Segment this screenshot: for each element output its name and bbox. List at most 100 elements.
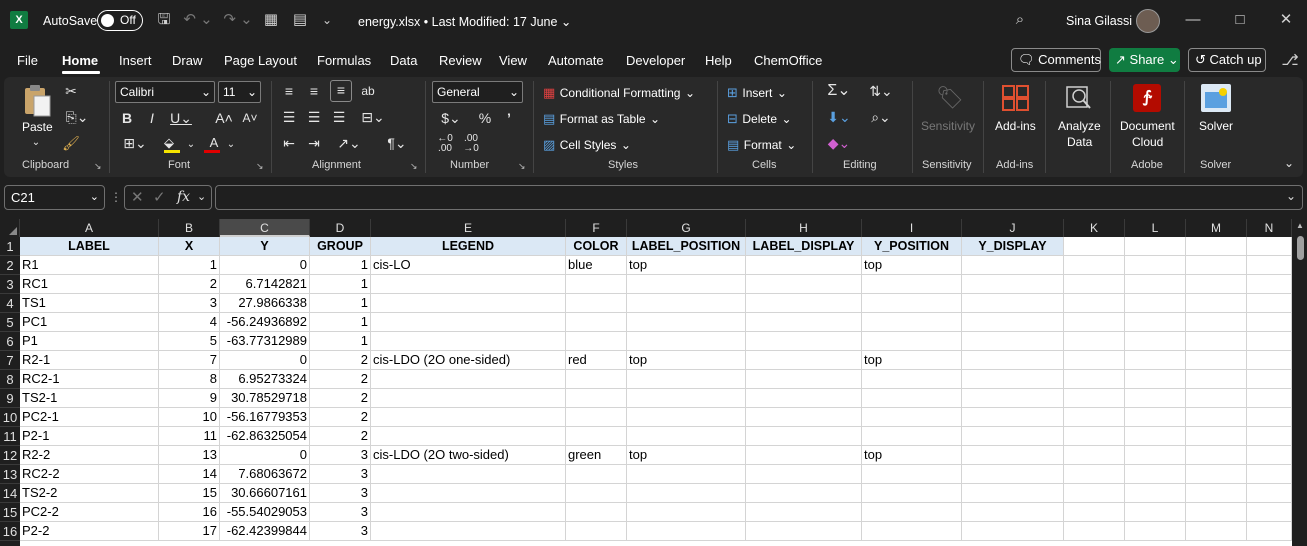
decrease-indent-icon[interactable]: ⇤ bbox=[280, 134, 298, 152]
table-cell[interactable]: blue bbox=[566, 256, 627, 275]
table-cell[interactable] bbox=[962, 370, 1064, 389]
table-cell[interactable]: 14 bbox=[159, 465, 220, 484]
table-cell[interactable] bbox=[627, 484, 746, 503]
analyze-data-icon[interactable] bbox=[1064, 84, 1094, 112]
table-cell[interactable] bbox=[627, 275, 746, 294]
table-cell[interactable] bbox=[1186, 370, 1247, 389]
header-cell[interactable]: LABEL_POSITION bbox=[627, 237, 746, 256]
row-header[interactable]: 9 bbox=[0, 389, 20, 408]
table-cell[interactable]: P2-2 bbox=[20, 522, 159, 541]
table-cell[interactable] bbox=[1064, 503, 1125, 522]
row-header[interactable]: 8 bbox=[0, 370, 20, 389]
table-cell[interactable] bbox=[1247, 465, 1292, 484]
table-cell[interactable] bbox=[627, 389, 746, 408]
header-cell[interactable]: LABEL bbox=[20, 237, 159, 256]
analyze-data-label-1[interactable]: Analyze bbox=[1058, 119, 1101, 133]
table-cell[interactable] bbox=[1125, 408, 1186, 427]
table-cell[interactable] bbox=[1247, 332, 1292, 351]
table-cell[interactable]: 2 bbox=[310, 370, 371, 389]
table-cell[interactable] bbox=[746, 465, 862, 484]
table-cell[interactable]: 10 bbox=[159, 408, 220, 427]
table-cell[interactable]: TS2-2 bbox=[20, 484, 159, 503]
table-cell[interactable]: 2 bbox=[310, 351, 371, 370]
tab-automate[interactable]: Automate bbox=[548, 53, 604, 68]
table-cell[interactable] bbox=[746, 351, 862, 370]
table-cell[interactable] bbox=[862, 370, 962, 389]
tab-review[interactable]: Review bbox=[439, 53, 482, 68]
table-cell[interactable] bbox=[862, 332, 962, 351]
clear-icon[interactable]: ◆⌄ bbox=[822, 134, 856, 152]
customize-qat-icon[interactable]: ⌄ bbox=[319, 10, 335, 30]
more-options-icon[interactable]: ⋮ bbox=[110, 187, 122, 207]
table-cell[interactable] bbox=[862, 294, 962, 313]
header-cell[interactable] bbox=[1064, 237, 1125, 256]
vertical-scrollbar[interactable] bbox=[1293, 219, 1307, 546]
column-header-n[interactable]: N bbox=[1247, 219, 1292, 237]
row-header[interactable]: 5 bbox=[0, 313, 20, 332]
pdf-icon[interactable]: ∱ bbox=[1133, 84, 1161, 112]
row-header[interactable]: 15 bbox=[0, 503, 20, 522]
sensitivity-icon[interactable]: 🏷 bbox=[935, 83, 965, 113]
table-cell[interactable]: top bbox=[627, 351, 746, 370]
table-cell[interactable] bbox=[1247, 256, 1292, 275]
header-cell[interactable]: X bbox=[159, 237, 220, 256]
table-cell[interactable] bbox=[627, 332, 746, 351]
table-cell[interactable] bbox=[862, 503, 962, 522]
table-cell[interactable] bbox=[1064, 465, 1125, 484]
table-cell[interactable] bbox=[962, 446, 1064, 465]
table-cell[interactable]: cis-LDO (2O two-sided) bbox=[371, 446, 566, 465]
table-cell[interactable] bbox=[746, 389, 862, 408]
borders-icon[interactable]: ⊞⌄ bbox=[118, 134, 152, 152]
column-header-k[interactable]: K bbox=[1064, 219, 1125, 237]
table-cell[interactable] bbox=[962, 332, 1064, 351]
table-cell[interactable] bbox=[1247, 484, 1292, 503]
chevron-down-icon[interactable]: ⌄ bbox=[226, 136, 236, 154]
table-cell[interactable]: 5 bbox=[159, 332, 220, 351]
table-cell[interactable] bbox=[1125, 522, 1186, 541]
tab-insert[interactable]: Insert bbox=[119, 53, 152, 68]
enter-icon[interactable]: ✓ bbox=[153, 188, 166, 206]
table-cell[interactable] bbox=[1064, 408, 1125, 427]
column-header-f[interactable]: F bbox=[566, 219, 627, 237]
table-cell[interactable]: -56.24936892 bbox=[220, 313, 310, 332]
avatar[interactable] bbox=[1136, 9, 1160, 33]
table-cell[interactable] bbox=[1125, 389, 1186, 408]
table-cell[interactable] bbox=[627, 503, 746, 522]
table-cell[interactable] bbox=[627, 370, 746, 389]
table-cell[interactable] bbox=[746, 313, 862, 332]
table-cell[interactable] bbox=[746, 275, 862, 294]
table-cell[interactable] bbox=[1064, 294, 1125, 313]
table-cell[interactable] bbox=[1125, 427, 1186, 446]
align-bottom-icon[interactable]: ≡ bbox=[330, 80, 352, 102]
insert-function-button[interactable]: fx bbox=[177, 189, 190, 205]
align-right-icon[interactable]: ☰ bbox=[330, 108, 348, 126]
row-header[interactable]: 4 bbox=[0, 294, 20, 313]
table-cell[interactable] bbox=[371, 522, 566, 541]
format-cells-button[interactable]: ▤ Format ⌄ bbox=[727, 136, 807, 154]
table-cell[interactable] bbox=[1186, 465, 1247, 484]
minimize-icon[interactable]: — bbox=[1183, 10, 1203, 30]
table-cell[interactable] bbox=[627, 427, 746, 446]
fill-color-icon[interactable]: ⬙ bbox=[164, 136, 184, 154]
table-cell[interactable]: top bbox=[862, 351, 962, 370]
row-header[interactable]: 7 bbox=[0, 351, 20, 370]
table-cell[interactable] bbox=[371, 313, 566, 332]
tab-home[interactable]: Home bbox=[62, 53, 98, 68]
column-header-c[interactable]: C bbox=[220, 219, 310, 237]
row-header[interactable]: 13 bbox=[0, 465, 20, 484]
column-header-a[interactable]: A bbox=[20, 219, 159, 237]
header-cell[interactable]: LEGEND bbox=[371, 237, 566, 256]
italic-icon[interactable]: I bbox=[144, 109, 160, 127]
table-cell[interactable] bbox=[371, 465, 566, 484]
maximize-icon[interactable]: □ bbox=[1230, 10, 1250, 30]
table-cell[interactable] bbox=[1186, 351, 1247, 370]
sensitivity-button-label[interactable]: Sensitivity bbox=[921, 119, 975, 133]
row-header[interactable]: 1 bbox=[0, 237, 20, 256]
solver-icon[interactable] bbox=[1201, 84, 1231, 112]
table-cell[interactable] bbox=[962, 408, 1064, 427]
text-direction-icon[interactable]: ¶⌄ bbox=[382, 134, 412, 152]
table-cell[interactable] bbox=[1064, 389, 1125, 408]
column-header-l[interactable]: L bbox=[1125, 219, 1186, 237]
table-cell[interactable] bbox=[371, 370, 566, 389]
underline-icon[interactable]: U⌄ bbox=[168, 109, 194, 127]
